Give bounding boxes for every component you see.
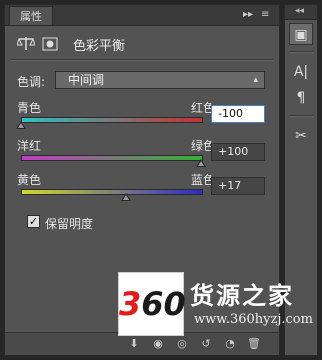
slider-thumb[interactable]: [121, 193, 132, 201]
adjustment-header: 色彩平衡: [17, 33, 267, 55]
slider-track[interactable]: [21, 155, 203, 161]
slider-left-label: 青色: [17, 101, 42, 115]
view-previous-icon[interactable]: ◉: [151, 337, 165, 351]
watermark-logo: 360: [118, 272, 186, 336]
logo-rest: 60: [141, 285, 186, 323]
preserve-label: 保留明度: [45, 217, 94, 231]
panel-menu[interactable]: ▸▸ ≡: [243, 7, 275, 23]
trash-icon[interactable]: 🗑: [247, 337, 261, 351]
slider-left-label: 黄色: [17, 173, 42, 187]
dock-titlebar: ◂◂: [285, 5, 317, 20]
slider-thumb[interactable]: [196, 159, 206, 167]
menu-icon[interactable]: ≡: [261, 7, 269, 23]
paragraph-icon[interactable]: ¶: [289, 87, 313, 109]
tone-select[interactable]: 中间调 ▴: [55, 71, 265, 89]
tone-row: 色调: 中间调 ▴: [17, 71, 267, 91]
slider-left-label: 洋红: [17, 139, 42, 153]
dock-divider: [289, 51, 313, 52]
slider-value-input[interactable]: +17: [211, 177, 265, 195]
preserve-luminosity[interactable]: ✓ 保留明度: [27, 215, 147, 231]
preserve-checkbox[interactable]: ✓: [27, 215, 40, 228]
tools-icon[interactable]: ✂: [289, 125, 313, 147]
reset-icon[interactable]: ↺: [199, 337, 213, 351]
panel-titlebar: 属性 ▸▸ ≡: [5, 5, 279, 26]
slider-track[interactable]: [21, 189, 203, 195]
watermark-url: www.360hyzj.com: [194, 312, 313, 327]
collapse-icon[interactable]: ◂◂: [295, 5, 304, 18]
slider-thumb[interactable]: [16, 121, 26, 129]
divider: [11, 59, 273, 60]
slider-value-input[interactable]: -100: [211, 105, 265, 123]
watermark: 360 货源之家 www.360hyzj.com: [118, 272, 314, 336]
slider-track[interactable]: [21, 117, 203, 123]
visibility-icon[interactable]: ◎: [175, 337, 189, 351]
expand-icon[interactable]: ▸▸: [243, 7, 253, 23]
mask-icon[interactable]: [41, 35, 59, 53]
slider-value-input[interactable]: +100: [211, 143, 265, 161]
adjustment-title: 色彩平衡: [73, 39, 126, 54]
character-icon[interactable]: A|: [289, 61, 313, 83]
tone-label: 色调:: [17, 75, 46, 89]
clip-to-layer-icon[interactable]: ⬇: [127, 337, 141, 351]
layers-icon[interactable]: ▣: [289, 23, 313, 45]
visibility-toggle-icon[interactable]: ◔: [223, 337, 237, 351]
yellow-blue-slider: 黄色 蓝色 +17: [17, 171, 269, 221]
tone-select-value: 中间调: [68, 73, 105, 87]
properties-tab[interactable]: 属性: [9, 6, 53, 25]
color-balance-icon: [17, 37, 35, 50]
updown-arrow-icon: ▴: [253, 75, 258, 85]
dock-divider: [289, 115, 313, 116]
watermark-brand: 货源之家: [190, 282, 294, 310]
